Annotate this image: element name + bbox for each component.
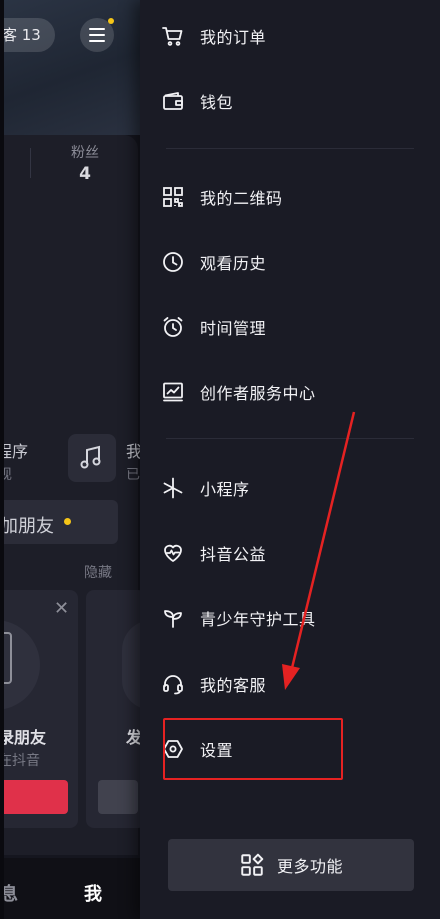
menu-item-label: 观看历史 — [200, 254, 267, 273]
menu-item-label: 创作者服务中心 — [200, 384, 316, 403]
menu-item-youth-protection[interactable]: 青少年守护工具 — [160, 595, 420, 641]
hide-link[interactable]: 隐藏 — [84, 562, 112, 582]
grid-icon — [239, 852, 265, 878]
mini-program-entry-title[interactable]: 程序 — [0, 438, 28, 462]
card-action-button[interactable] — [98, 780, 138, 814]
menu-icon — [89, 28, 105, 30]
side-drawer-menu: 我的订单 钱包 我的二维码 观看历史 时间管理 创作者服务中心 小程序 抖音公益… — [140, 0, 440, 919]
profile-page-background: 客 13 粉丝 4 程序 现 我 已 加朋友 隐藏 ✕ 录朋友 在抖音 发 息 … — [0, 0, 140, 919]
clock-icon — [160, 249, 186, 275]
menu-item-label: 抖音公益 — [200, 545, 267, 564]
menu-item-mini-programs[interactable]: 小程序 — [160, 465, 420, 511]
card-action-button[interactable] — [0, 780, 68, 814]
music-entry-button[interactable] — [68, 434, 116, 482]
fans-count[interactable]: 4 — [60, 164, 110, 184]
menu-item-time-management[interactable]: 时间管理 — [160, 304, 420, 350]
chart-icon — [160, 379, 186, 405]
headset-icon — [160, 671, 186, 697]
menu-item-watch-history[interactable]: 观看历史 — [160, 239, 420, 285]
add-friend-label: 加朋友 — [0, 516, 54, 537]
hamburger-menu-button[interactable] — [80, 18, 114, 52]
tab-me[interactable]: 我 — [84, 880, 102, 906]
menu-item-wallet[interactable]: 钱包 — [160, 78, 420, 124]
notification-dot — [108, 18, 114, 24]
visitor-count-pill[interactable]: 客 13 — [0, 18, 55, 52]
card-title: 发 — [126, 728, 140, 747]
menu-item-charity[interactable]: 抖音公益 — [160, 530, 420, 576]
heart-icon — [160, 540, 186, 566]
add-friend-dot — [64, 518, 71, 525]
fans-label: 粉丝 — [71, 145, 99, 161]
menu-divider — [166, 148, 414, 149]
menu-item-label: 青少年守护工具 — [200, 610, 316, 629]
music-entry-title: 我 — [126, 442, 140, 461]
menu-item-label: 我的客服 — [200, 676, 267, 695]
cart-icon — [160, 23, 186, 49]
menu-item-label: 时间管理 — [200, 319, 267, 338]
stat-divider — [30, 148, 31, 178]
card-title: 录朋友 — [0, 728, 47, 747]
more-features-button[interactable]: 更多功能 — [168, 839, 414, 891]
qr-code-icon — [160, 184, 186, 210]
sprout-icon — [160, 605, 186, 631]
close-icon[interactable]: ✕ — [54, 598, 69, 619]
menu-item-qr-code[interactable]: 我的二维码 — [160, 174, 420, 220]
hexagon-settings-icon — [160, 736, 186, 762]
asterisk-icon — [160, 475, 186, 501]
menu-item-label: 钱包 — [200, 93, 234, 112]
menu-item-settings[interactable]: 设置 — [160, 726, 420, 772]
music-entry-sub: 已 — [126, 467, 140, 483]
music-note-icon — [80, 445, 101, 469]
menu-item-label: 我的二维码 — [200, 189, 283, 208]
menu-divider — [166, 438, 414, 439]
menu-item-customer-service[interactable]: 我的客服 — [160, 661, 420, 707]
more-features-label: 更多功能 — [276, 857, 343, 876]
card-subtitle: 在抖音 — [0, 753, 40, 769]
wallet-icon — [160, 88, 186, 114]
menu-item-label: 小程序 — [200, 480, 250, 499]
bottom-tab-bar — [0, 858, 140, 919]
menu-item-label: 我的订单 — [200, 28, 267, 47]
menu-item-orders[interactable]: 我的订单 — [160, 13, 420, 59]
menu-item-label: 设置 — [200, 741, 234, 760]
alarm-clock-icon — [160, 314, 186, 340]
menu-item-creator-center[interactable]: 创作者服务中心 — [160, 369, 420, 415]
